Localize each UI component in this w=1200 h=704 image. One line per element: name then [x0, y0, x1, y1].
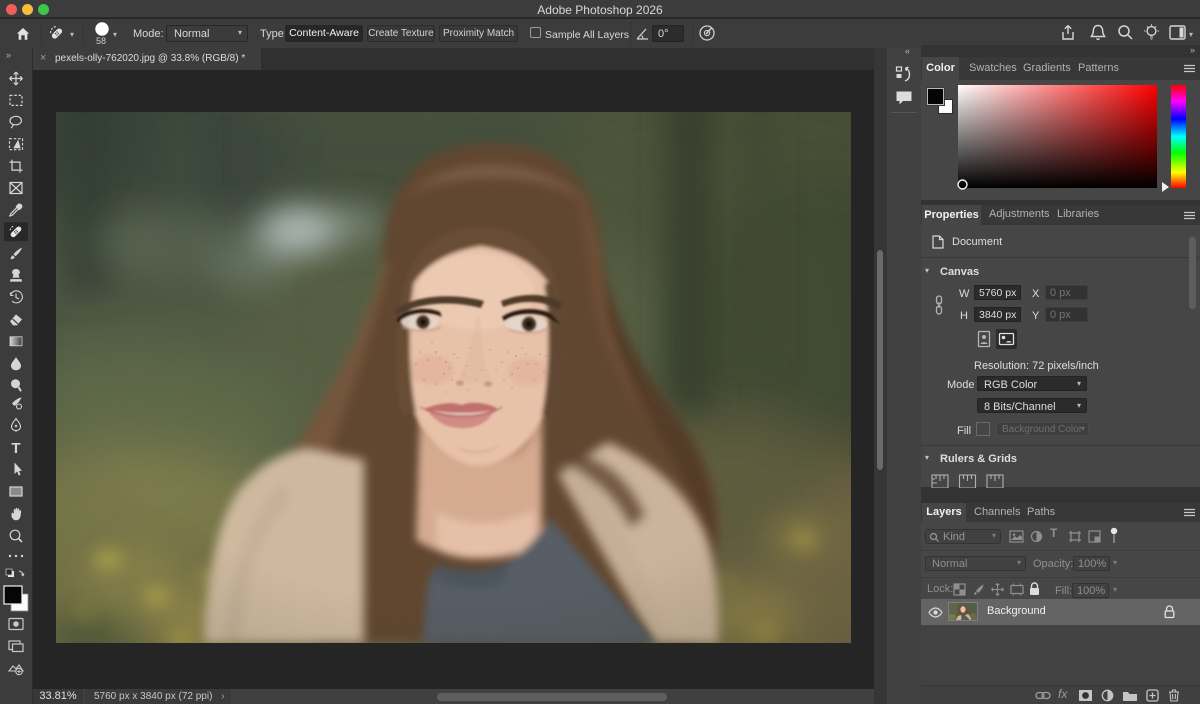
svg-text:T: T — [11, 440, 20, 457]
svg-text:»: » — [6, 50, 11, 60]
